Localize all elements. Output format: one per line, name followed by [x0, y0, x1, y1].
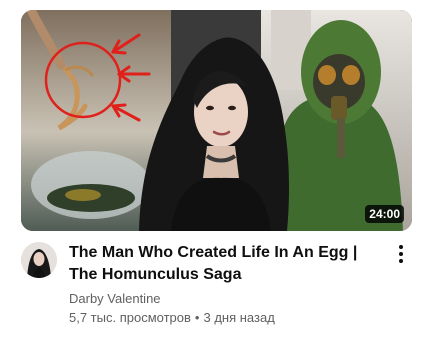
video-stats: 5,7 тыс. просмотров • 3 дня назад: [69, 308, 386, 328]
channel-name[interactable]: Darby Valentine: [69, 290, 386, 308]
video-duration-badge: 24:00: [365, 205, 404, 223]
video-thumbnail[interactable]: 24:00: [21, 10, 412, 231]
channel-avatar[interactable]: [21, 242, 57, 278]
view-count: 5,7 тыс. просмотров: [69, 310, 191, 325]
menu-dot: [399, 245, 403, 249]
video-text: The Man Who Created Life In An Egg | The…: [69, 242, 386, 328]
video-title[interactable]: The Man Who Created Life In An Egg | The…: [69, 242, 386, 286]
upload-age: 3 дня назад: [203, 310, 275, 325]
video-details: The Man Who Created Life In An Egg | The…: [21, 242, 412, 332]
thumbnail-image: [21, 10, 412, 231]
more-vert-icon[interactable]: [390, 242, 412, 266]
menu-dot: [399, 252, 403, 256]
menu-dot: [399, 259, 403, 263]
stats-separator: •: [194, 310, 200, 325]
avatar-icon: [21, 242, 57, 278]
